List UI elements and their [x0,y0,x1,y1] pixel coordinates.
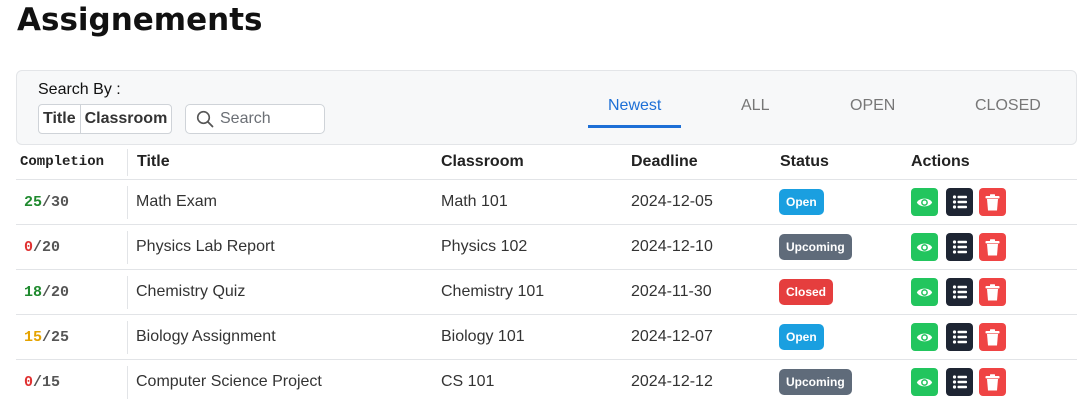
completion-count: 18/20 [24,284,69,301]
column-divider [127,366,128,399]
eye-icon [916,378,933,386]
view-button[interactable] [911,278,938,306]
details-button[interactable] [946,188,973,216]
trash-icon [985,328,1000,345]
search-by-title-button[interactable]: Title [39,105,81,133]
tab-all[interactable]: ALL [741,97,769,115]
delete-button[interactable] [979,233,1006,261]
search-by-toggle: Title Classroom [38,104,173,134]
completion-count: 15/25 [24,329,69,346]
page-title: Assignements [17,2,263,38]
list-icon [952,330,967,344]
tab-closed[interactable]: CLOSED [975,97,1041,115]
header-completion: Completion [20,154,105,170]
completion-done: 25 [24,194,43,211]
view-button[interactable] [911,323,938,351]
header-title: Title [137,153,170,170]
list-icon [952,285,967,299]
status-badge: Closed [779,279,834,305]
column-divider [127,231,128,264]
trash-icon [985,238,1000,255]
assignment-classroom: Math 101 [441,193,508,210]
eye-icon [916,243,933,251]
eye-icon [916,198,933,206]
assignment-title: Biology Assignment [136,328,276,345]
delete-button[interactable] [979,278,1006,306]
header-classroom: Classroom [441,153,524,170]
completion-done: 18 [24,284,43,301]
details-button[interactable] [946,368,973,396]
status-badge: Upcoming [779,369,852,395]
table-row: 18/20 Chemistry Quiz Chemistry 101 2024-11-… [16,270,1077,315]
assignment-title: Computer Science Project [136,373,322,390]
header-status: Status [780,153,829,170]
list-icon [952,195,967,209]
delete-button[interactable] [979,323,1006,351]
table-row: 0/20 Physics Lab Report Physics 102 2024-12… [16,225,1077,270]
column-divider [127,186,128,219]
view-button[interactable] [911,188,938,216]
header-divider [127,149,128,176]
status-badge: Open [779,189,824,215]
status-badge: Open [779,324,824,350]
completion-total: /20 [33,239,61,256]
trash-icon [985,283,1000,300]
assignment-classroom: Physics 102 [441,238,528,255]
assignment-deadline: 2024-12-10 [631,238,713,255]
completion-done: 0 [24,374,34,391]
column-divider [127,276,128,309]
eye-icon [916,288,933,296]
assignment-title: Chemistry Quiz [136,283,246,300]
details-button[interactable] [946,323,973,351]
view-button[interactable] [911,368,938,396]
tab-newest[interactable]: Newest [608,97,661,115]
details-button[interactable] [946,278,973,306]
completion-total: /20 [42,284,70,301]
assignment-deadline: 2024-12-07 [631,328,713,345]
table-row: 25/30 Math Exam Math 101 2024-12-05 Open [16,180,1077,225]
list-icon [952,375,967,389]
search-icon [196,110,214,128]
details-button[interactable] [946,233,973,261]
assignment-classroom: CS 101 [441,373,495,390]
search-input[interactable] [220,110,320,128]
table-header: Completion Title Classroom Deadline Stat… [16,145,1077,180]
active-tab-indicator [588,125,681,128]
view-button[interactable] [911,233,938,261]
table-row: 15/25 Biology Assignment Biology 101 2024-1… [16,315,1077,360]
eye-icon [916,333,933,341]
trash-icon [985,373,1000,390]
completion-total: /15 [33,374,61,391]
list-icon [952,240,967,254]
completion-total: /30 [42,194,70,211]
assignment-classroom: Biology 101 [441,328,525,345]
search-by-label: Search By : [38,81,121,98]
completion-done: 0 [24,239,34,256]
assignment-title: Physics Lab Report [136,238,275,255]
tab-open[interactable]: OPEN [850,97,895,115]
status-badge: Upcoming [779,234,852,260]
assignment-title: Math Exam [136,193,217,210]
delete-button[interactable] [979,188,1006,216]
column-divider [127,321,128,354]
search-box [185,104,325,134]
header-deadline: Deadline [631,153,698,170]
assignment-classroom: Chemistry 101 [441,283,545,300]
completion-done: 15 [24,329,43,346]
table-row: 0/15 Computer Science Project CS 101 2024-1… [16,360,1077,402]
assignment-deadline: 2024-12-05 [631,193,713,210]
assignment-deadline: 2024-12-12 [631,373,713,390]
filter-panel: Search By : Title Classroom Newest ALL O… [16,70,1077,145]
search-by-classroom-button[interactable]: Classroom [81,105,172,133]
completion-total: /25 [42,329,70,346]
completion-count: 0/20 [24,239,60,256]
trash-icon [985,193,1000,210]
completion-count: 0/15 [24,374,60,391]
completion-count: 25/30 [24,194,69,211]
header-actions: Actions [911,153,970,170]
assignment-deadline: 2024-11-30 [631,283,712,300]
delete-button[interactable] [979,368,1006,396]
